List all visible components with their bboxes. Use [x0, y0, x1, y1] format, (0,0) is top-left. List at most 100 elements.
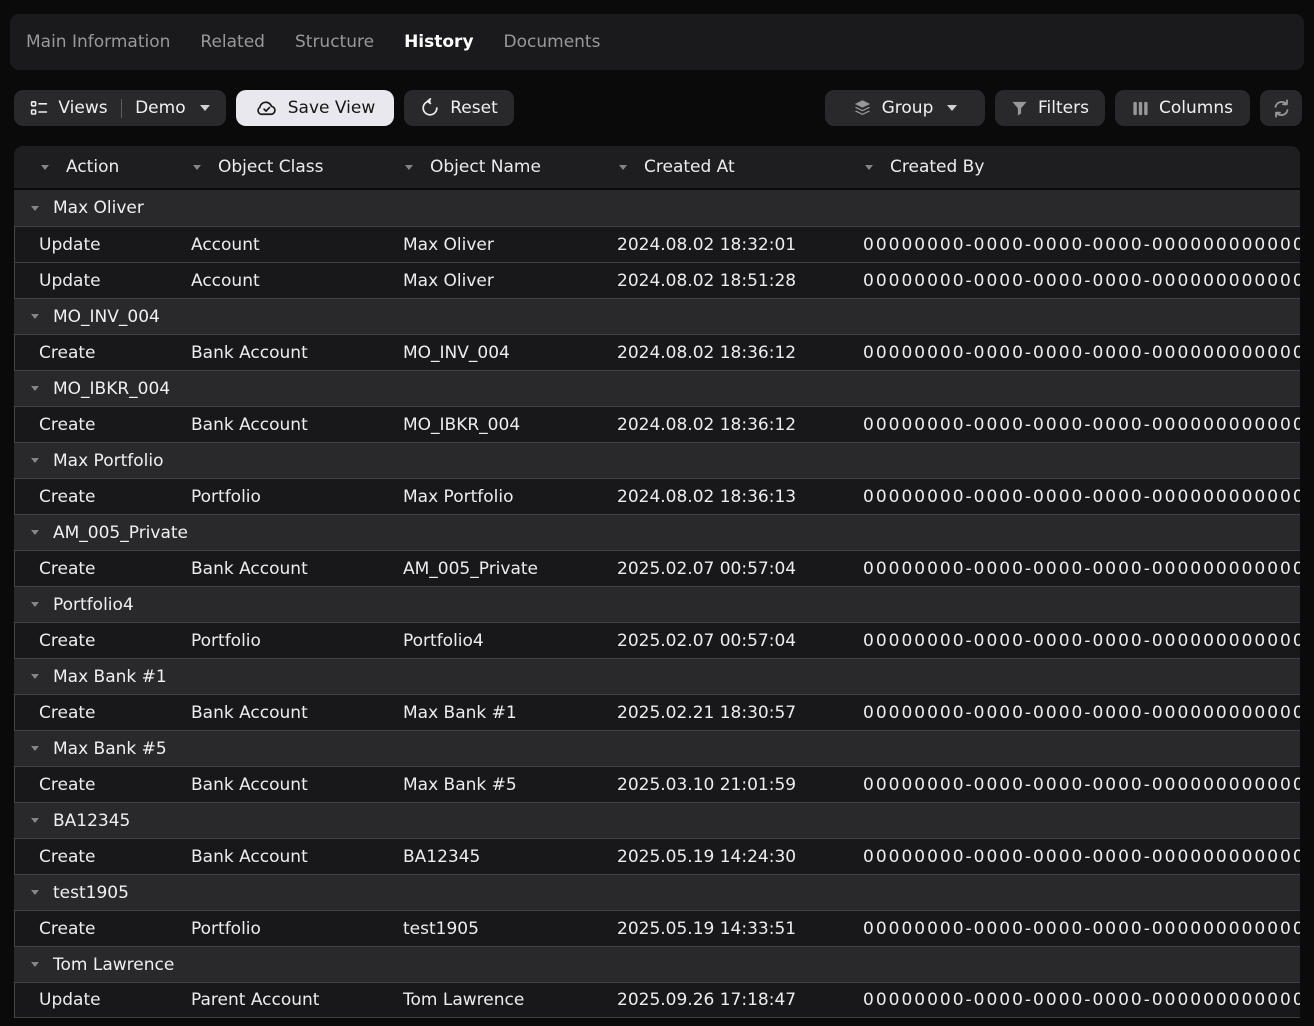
- table-row[interactable]: Update Account Max Oliver 2024.08.02 18:…: [14, 262, 1300, 298]
- table-row[interactable]: Update Parent Account Tom Lawrence 2025.…: [14, 982, 1300, 1018]
- chevron-down-icon[interactable]: [31, 314, 39, 319]
- tab-related[interactable]: Related: [200, 32, 265, 52]
- cell-created-by: 00000000-0000-0000-0000-000000000000: [839, 415, 1300, 435]
- chevron-down-icon[interactable]: [31, 746, 39, 751]
- table-row[interactable]: Create Portfolio Max Portfolio 2024.08.0…: [14, 478, 1300, 514]
- save-view-button[interactable]: Save View: [236, 90, 394, 126]
- table-row[interactable]: Update Account Max Oliver 2024.08.02 18:…: [14, 226, 1300, 262]
- table-row[interactable]: Create Bank Account MO_INV_004 2024.08.0…: [14, 334, 1300, 370]
- chevron-down-icon[interactable]: [31, 386, 39, 391]
- chevron-down-icon[interactable]: [31, 674, 39, 679]
- column-header-created-at[interactable]: Created At: [592, 157, 838, 177]
- cell-object-class: Bank Account: [167, 775, 379, 795]
- cell-object-name: Portfolio4: [379, 631, 593, 651]
- group-name: Tom Lawrence: [53, 955, 174, 975]
- columns-button[interactable]: Columns: [1115, 90, 1250, 126]
- tab-history[interactable]: History: [404, 32, 473, 52]
- cell-object-name: AM_005_Private: [379, 559, 593, 579]
- table-row[interactable]: Create Bank Account MO_IBKR_004 2024.08.…: [14, 406, 1300, 442]
- group-name: Max Bank #5: [53, 739, 167, 759]
- cell-created-at: 2025.02.21 18:30:57: [593, 703, 839, 723]
- chevron-down-icon[interactable]: [31, 890, 39, 895]
- group-row[interactable]: Portfolio4: [14, 586, 1300, 622]
- cell-created-at: 2024.08.02 18:51:28: [593, 271, 839, 291]
- refresh-button[interactable]: [1260, 90, 1302, 126]
- group-row[interactable]: test1905: [14, 874, 1300, 910]
- chevron-down-icon[interactable]: [31, 530, 39, 535]
- tab-bar: Main Information Related Structure Histo…: [10, 14, 1304, 70]
- group-row[interactable]: Max Bank #5: [14, 730, 1300, 766]
- cell-action: Update: [15, 235, 167, 255]
- cell-created-by: 00000000-0000-0000-0000-000000000000: [839, 919, 1300, 939]
- column-label: Object Name: [430, 157, 541, 177]
- layers-icon: [853, 99, 872, 118]
- cell-created-at: 2024.08.02 18:32:01: [593, 235, 839, 255]
- group-name: AM_005_Private: [53, 523, 188, 543]
- cell-object-name: Max Oliver: [379, 271, 593, 291]
- group-row[interactable]: MO_IBKR_004: [14, 370, 1300, 406]
- reset-label: Reset: [450, 98, 498, 118]
- column-menu-icon[interactable]: [865, 165, 873, 170]
- cell-object-class: Bank Account: [167, 415, 379, 435]
- column-label: Action: [66, 157, 119, 177]
- table-row[interactable]: Create Portfolio test1905 2025.05.19 14:…: [14, 910, 1300, 946]
- cell-action: Create: [15, 415, 167, 435]
- cell-object-class: Account: [167, 271, 379, 291]
- rotate-ccw-icon: [420, 98, 440, 118]
- group-row[interactable]: MO_INV_004: [14, 298, 1300, 334]
- column-header-object-class[interactable]: Object Class: [166, 157, 378, 177]
- chevron-down-icon[interactable]: [31, 206, 39, 211]
- group-name: MO_IBKR_004: [53, 379, 170, 399]
- group-name: BA12345: [53, 811, 130, 831]
- group-name: test1905: [53, 883, 129, 903]
- cell-created-at: 2025.09.26 17:18:47: [593, 990, 839, 1010]
- table-row[interactable]: Create Portfolio Portfolio4 2025.02.07 0…: [14, 622, 1300, 658]
- tab-documents[interactable]: Documents: [504, 32, 601, 52]
- table-header: Action Object Class Object Name Created …: [14, 146, 1300, 188]
- reset-button[interactable]: Reset: [404, 90, 514, 126]
- cell-created-at: 2024.08.02 18:36:12: [593, 343, 839, 363]
- chevron-down-icon[interactable]: [31, 962, 39, 967]
- table-row[interactable]: Create Bank Account Max Bank #5 2025.03.…: [14, 766, 1300, 802]
- funnel-icon: [1011, 100, 1028, 117]
- cell-action: Create: [15, 703, 167, 723]
- chevron-down-icon: [947, 105, 957, 111]
- cell-created-at: 2025.03.10 21:01:59: [593, 775, 839, 795]
- group-label: Group: [882, 98, 934, 118]
- group-name: MO_INV_004: [53, 307, 160, 327]
- column-menu-icon[interactable]: [405, 165, 413, 170]
- sync-icon: [1271, 98, 1292, 119]
- table-body: Max Oliver Update Account Max Oliver 202…: [14, 190, 1300, 1018]
- filters-button[interactable]: Filters: [995, 90, 1105, 126]
- table-row[interactable]: Create Bank Account Max Bank #1 2025.02.…: [14, 694, 1300, 730]
- column-menu-icon[interactable]: [619, 165, 627, 170]
- group-name: Max Portfolio: [53, 451, 163, 471]
- cell-created-by: 00000000-0000-0000-0000-000000000000: [839, 775, 1300, 795]
- views-button[interactable]: Views Demo: [14, 90, 226, 126]
- table-row[interactable]: Create Bank Account BA12345 2025.05.19 1…: [14, 838, 1300, 874]
- tab-structure[interactable]: Structure: [295, 32, 374, 52]
- column-header-created-by[interactable]: Created By: [838, 157, 1300, 177]
- group-row[interactable]: Max Portfolio: [14, 442, 1300, 478]
- chevron-down-icon[interactable]: [31, 818, 39, 823]
- group-row[interactable]: BA12345: [14, 802, 1300, 838]
- tab-main-information[interactable]: Main Information: [26, 32, 170, 52]
- chevron-down-icon[interactable]: [31, 458, 39, 463]
- group-row[interactable]: Max Oliver: [14, 190, 1300, 226]
- cell-created-at: 2024.08.02 18:36:13: [593, 487, 839, 507]
- table-row[interactable]: Create Bank Account AM_005_Private 2025.…: [14, 550, 1300, 586]
- group-row[interactable]: Tom Lawrence: [14, 946, 1300, 982]
- column-menu-icon[interactable]: [41, 165, 49, 170]
- column-menu-icon[interactable]: [193, 165, 201, 170]
- cell-action: Update: [15, 990, 167, 1010]
- group-row[interactable]: Max Bank #1: [14, 658, 1300, 694]
- group-button[interactable]: Group: [825, 90, 985, 126]
- chevron-down-icon[interactable]: [31, 602, 39, 607]
- columns-label: Columns: [1159, 98, 1233, 118]
- column-header-action[interactable]: Action: [14, 157, 166, 177]
- cell-object-class: Bank Account: [167, 343, 379, 363]
- column-header-object-name[interactable]: Object Name: [378, 157, 592, 177]
- views-current-value: Demo: [135, 98, 186, 118]
- group-row[interactable]: AM_005_Private: [14, 514, 1300, 550]
- cell-created-by: 00000000-0000-0000-0000-000000000000: [839, 990, 1300, 1010]
